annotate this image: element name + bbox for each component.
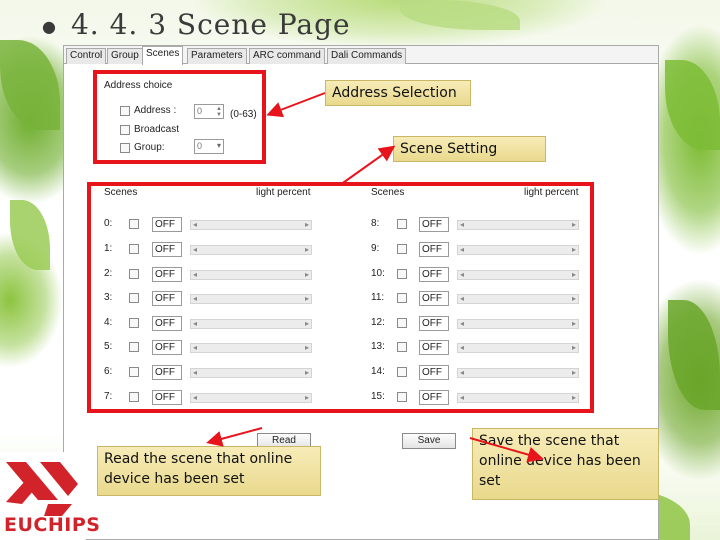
arrow-read [206, 427, 263, 447]
arrows-layer [206, 92, 544, 463]
euchips-logo-text: EUCHIPS [4, 514, 101, 536]
arrow-save [469, 437, 544, 463]
arrow-scene [339, 145, 396, 186]
arrow-address [266, 92, 326, 118]
